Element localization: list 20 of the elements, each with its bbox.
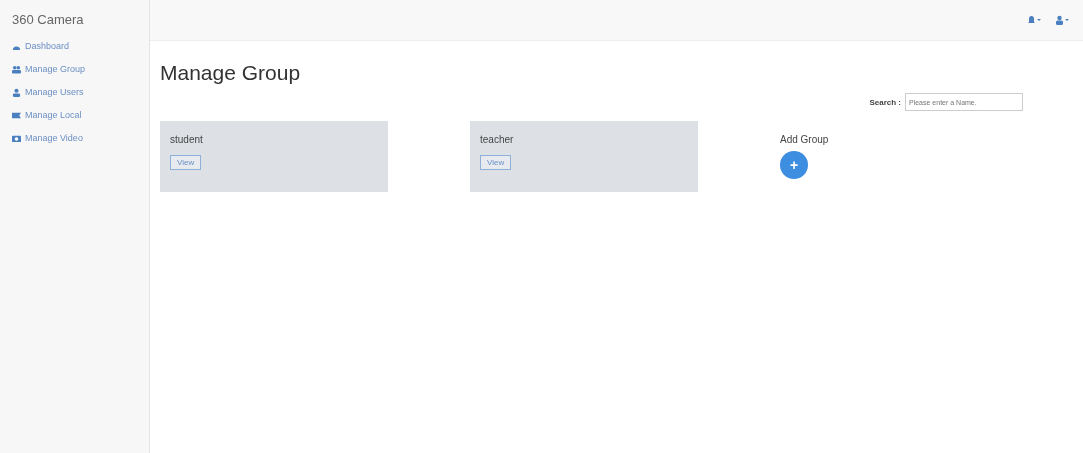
notifications-button[interactable] <box>1027 15 1041 25</box>
app-title: 360 Camera <box>12 12 85 27</box>
sidebar-item[interactable]: Manage Local <box>12 105 149 125</box>
search-label: Search : <box>869 97 901 107</box>
group-name: teacher <box>480 134 515 145</box>
sidebar-item[interactable]: Manage Users <box>12 82 149 102</box>
user-menu-button[interactable] <box>1055 15 1069 25</box>
add-group-label: Add Group <box>780 134 829 145</box>
add-group-button[interactable]: + <box>780 151 808 179</box>
camera-icon <box>12 133 21 143</box>
page-title: Manage Group <box>160 61 302 85</box>
view-button[interactable]: View <box>480 155 512 170</box>
sidebar-item[interactable]: Manage Group <box>12 59 149 79</box>
group-name: student <box>170 134 204 145</box>
view-button[interactable]: View <box>170 155 202 170</box>
sidebar-item[interactable]: Dashboard <box>12 36 149 56</box>
sidebar-item[interactable]: Manage Video <box>12 128 149 148</box>
person-icon <box>12 87 21 97</box>
flag-icon <box>12 110 21 120</box>
people-icon <box>12 64 21 74</box>
